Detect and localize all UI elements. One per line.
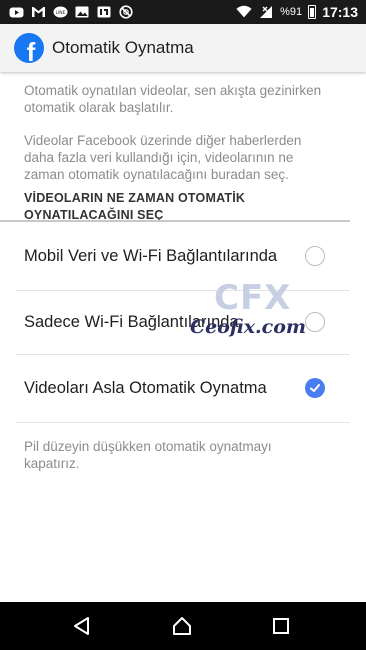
svg-text:LINE: LINE xyxy=(55,10,65,16)
radio-button-unchecked[interactable] xyxy=(305,246,325,266)
divider xyxy=(16,422,350,423)
data-usage-description: Videolar Facebook üzerinde diğer haberle… xyxy=(24,133,302,182)
option-label: Mobil Veri ve Wi-Fi Bağlantılarında xyxy=(24,247,278,265)
system-status: %91 17:13 xyxy=(236,4,358,20)
page-title: Otomatik Oynatma xyxy=(52,38,194,57)
status-bar: LINE %91 17:13 xyxy=(0,0,366,24)
recent-apps-icon[interactable] xyxy=(271,616,291,636)
watermark: CFX Ceofix.com xyxy=(190,278,306,346)
home-icon[interactable] xyxy=(172,616,192,636)
notification-icons: LINE xyxy=(8,5,134,19)
section-header: VİDEOLARIN NE ZAMAN OTOMATİK OYNATILACAĞ… xyxy=(24,191,246,222)
ulaw-icon xyxy=(96,5,112,19)
gallery-icon xyxy=(74,5,90,19)
watermark-site: Ceofix.com xyxy=(190,316,306,338)
clock-time: 17:13 xyxy=(322,4,358,20)
signal-icon xyxy=(258,5,274,19)
option-never-autoplay[interactable]: Videoları Asla Otomatik Oynatma xyxy=(0,354,350,422)
battery-icon xyxy=(308,5,317,19)
autoplay-description: Otomatik oynatılan videolar, sen akışta … xyxy=(24,83,322,115)
option-mobile-and-wifi[interactable]: Mobil Veri ve Wi-Fi Bağlantılarında xyxy=(0,222,350,290)
option-label: Videoları Asla Otomatik Oynatma xyxy=(24,379,267,397)
battery-percent: %91 xyxy=(280,6,303,18)
radio-button-unchecked[interactable] xyxy=(305,312,325,332)
app-bar: f Otomatik Oynatma xyxy=(0,24,366,72)
radio-button-checked[interactable] xyxy=(305,378,325,398)
battery-note: Pil düzeyin düşükken otomatik oynatmayı … xyxy=(24,439,272,471)
disabled-icon xyxy=(118,5,134,19)
checkmark-icon xyxy=(310,384,320,392)
back-icon[interactable] xyxy=(72,616,92,636)
gmail-icon xyxy=(30,5,46,19)
youtube-icon xyxy=(8,5,24,19)
navigation-bar xyxy=(0,602,366,650)
settings-content: Otomatik oynatılan videolar, sen akışta … xyxy=(0,72,366,602)
line-icon: LINE xyxy=(52,5,68,19)
wifi-icon xyxy=(236,5,252,19)
facebook-logo-icon[interactable]: f xyxy=(14,33,44,63)
watermark-logo: CFX xyxy=(214,278,292,318)
